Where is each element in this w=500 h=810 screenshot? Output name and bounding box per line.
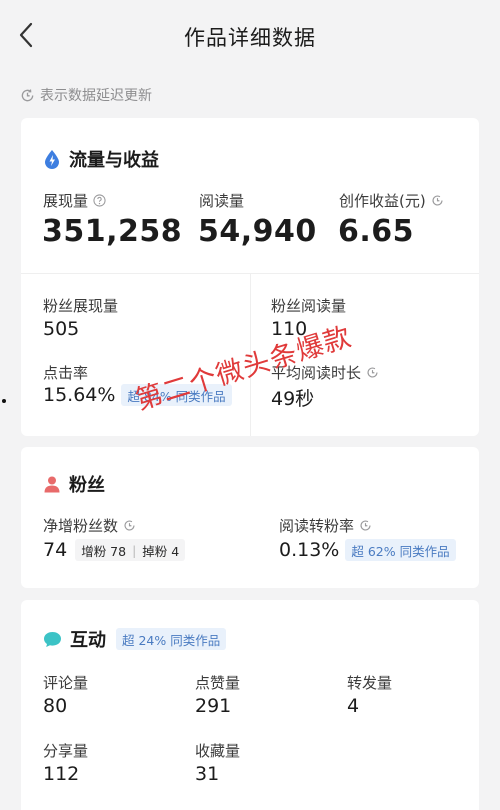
fans-gain-loss-box: 增粉 78 | 掉粉 4 <box>75 539 186 561</box>
interaction-rank-badge: 超 24% 同类作品 <box>116 628 227 650</box>
fans-loss: 掉粉 4 <box>142 543 180 559</box>
fans-card-header: 粉丝 <box>43 471 105 497</box>
fans-gain: 增粉 78 <box>81 543 127 559</box>
fan-impressions-label: 粉丝展现量 <box>43 297 119 315</box>
shares-label: 分享量 <box>43 742 89 760</box>
conversion-rank-badge: 超 62% 同类作品 <box>345 539 456 561</box>
top-bar: 作品详细数据 <box>0 0 500 78</box>
likes-label: 点赞量 <box>195 674 241 692</box>
impressions-label: 展现量 <box>43 192 89 210</box>
reposts-label: 转发量 <box>347 674 393 692</box>
shares-value: 112 <box>43 763 80 785</box>
page-title: 作品详细数据 <box>184 26 316 50</box>
interaction-card: 互动 超 24% 同类作品 评论量 80 点赞量 291 转发量 4 分享量 1… <box>21 600 479 810</box>
earnings-label-row: 创作收益(元) <box>339 190 444 211</box>
interaction-card-header: 互动 超 24% 同类作品 <box>43 626 227 652</box>
delay-clock-icon <box>124 520 135 531</box>
help-icon[interactable] <box>93 194 106 207</box>
delay-clock-icon <box>432 195 443 206</box>
comments-value: 80 <box>43 695 68 717</box>
separator: | <box>132 542 137 558</box>
earnings-label: 创作收益(元) <box>339 192 426 210</box>
impressions-label-row: 展现量 <box>43 190 106 211</box>
lightning-drop-icon <box>45 150 59 169</box>
chat-bubble-icon <box>44 631 61 647</box>
reads-label: 阅读量 <box>199 192 245 210</box>
delay-clock-icon <box>367 367 378 378</box>
conversion-label: 阅读转粉率 <box>279 517 355 535</box>
avg-read-value: 49秒 <box>271 388 315 410</box>
traffic-earnings-card: 流量与收益 展现量 351,258 阅读量 54,940 创作收益(元) 6.6… <box>21 118 479 436</box>
fans-card: 粉丝 净增粉丝数 74 增粉 78 | 掉粉 4 阅读转粉率 0.13% 超 6… <box>21 447 479 588</box>
fans-card-title: 粉丝 <box>69 475 105 496</box>
delay-clock-icon <box>360 520 371 531</box>
interaction-card-title: 互动 <box>70 630 106 651</box>
reads-value: 54,940 <box>198 214 317 249</box>
delay-notice: 表示数据延迟更新 <box>20 85 152 105</box>
conversion-value: 0.13% <box>279 539 340 561</box>
reposts-value: 4 <box>347 695 360 717</box>
net-fans-row: 74 增粉 78 | 掉粉 4 <box>43 539 186 561</box>
fan-reads-label: 粉丝阅读量 <box>271 297 347 315</box>
comments-label: 评论量 <box>43 674 89 692</box>
ctr-value: 15.64% <box>43 384 116 406</box>
traffic-card-title: 流量与收益 <box>69 150 159 171</box>
likes-value: 291 <box>195 695 232 717</box>
conversion-row: 0.13% 超 62% 同类作品 <box>279 539 456 561</box>
delay-notice-text: 表示数据延迟更新 <box>40 88 152 104</box>
net-fans-label: 净增粉丝数 <box>43 517 119 535</box>
conversion-label-row: 阅读转粉率 <box>279 515 372 536</box>
fan-impressions-value: 505 <box>43 318 80 340</box>
net-fans-value: 74 <box>43 539 68 561</box>
impressions-value: 351,258 <box>42 214 183 249</box>
favorites-value: 31 <box>195 763 220 785</box>
earnings-value: 6.65 <box>338 214 415 249</box>
favorites-label: 收藏量 <box>195 742 241 760</box>
refresh-clock-icon <box>21 88 34 101</box>
person-icon <box>44 476 60 493</box>
ctr-label: 点击率 <box>43 364 89 382</box>
traffic-card-header: 流量与收益 <box>43 146 159 172</box>
net-fans-label-row: 净增粉丝数 <box>43 515 136 536</box>
stray-dot <box>2 399 6 403</box>
